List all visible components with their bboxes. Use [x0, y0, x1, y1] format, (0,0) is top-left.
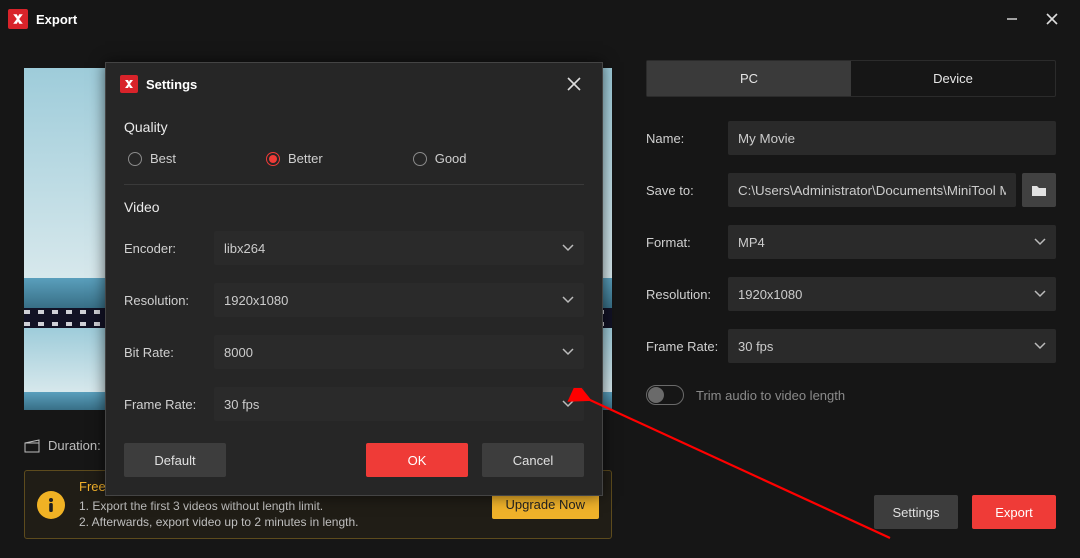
minimize-icon: [1005, 12, 1019, 26]
default-button[interactable]: Default: [124, 443, 226, 477]
quality-good-label: Good: [435, 151, 467, 166]
quality-best-radio[interactable]: Best: [128, 151, 176, 166]
minimize-button[interactable]: [992, 0, 1032, 38]
close-icon: [1045, 12, 1059, 26]
encoder-label: Encoder:: [124, 241, 214, 256]
title-bar: Export: [0, 0, 1080, 38]
quality-better-label: Better: [288, 151, 323, 166]
chevron-down-icon: [562, 400, 574, 408]
modal-framerate-value: 30 fps: [224, 397, 259, 412]
video-section-title: Video: [124, 199, 584, 215]
modal-resolution-value: 1920x1080: [224, 293, 288, 308]
bitrate-value: 8000: [224, 345, 253, 360]
settings-dialog: Settings Quality Best Better: [105, 62, 603, 496]
radio-icon: [128, 152, 142, 166]
quality-better-radio[interactable]: Better: [266, 151, 323, 166]
modal-resolution-label: Resolution:: [124, 293, 214, 308]
dialog-close-button[interactable]: [560, 70, 588, 98]
encoder-value: libx264: [224, 241, 265, 256]
modal-overlay: Settings Quality Best Better: [0, 38, 1080, 553]
chevron-down-icon: [562, 296, 574, 304]
app-logo-icon: [120, 75, 138, 93]
chevron-down-icon: [562, 348, 574, 356]
quality-best-label: Best: [150, 151, 176, 166]
quality-good-radio[interactable]: Good: [413, 151, 467, 166]
modal-framerate-label: Frame Rate:: [124, 397, 214, 412]
ok-button[interactable]: OK: [366, 443, 468, 477]
chevron-down-icon: [562, 244, 574, 252]
quality-section-title: Quality: [124, 119, 584, 135]
close-window-button[interactable]: [1032, 0, 1072, 38]
close-icon: [567, 77, 581, 91]
bitrate-select[interactable]: 8000: [214, 335, 584, 369]
dialog-title: Settings: [146, 77, 197, 92]
radio-icon: [266, 152, 280, 166]
modal-framerate-select[interactable]: 30 fps: [214, 387, 584, 421]
modal-resolution-select[interactable]: 1920x1080: [214, 283, 584, 317]
encoder-select[interactable]: libx264: [214, 231, 584, 265]
cancel-button[interactable]: Cancel: [482, 443, 584, 477]
radio-icon: [413, 152, 427, 166]
window-title: Export: [36, 12, 77, 27]
app-logo-icon: [8, 9, 28, 29]
bitrate-label: Bit Rate:: [124, 345, 214, 360]
